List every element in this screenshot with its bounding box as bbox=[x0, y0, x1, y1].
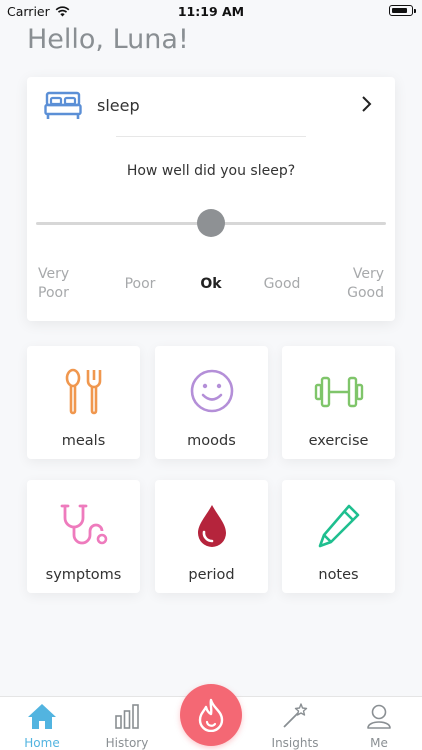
home-icon bbox=[28, 704, 56, 729]
scale-label-good[interactable]: Good bbox=[255, 275, 309, 294]
sleep-slider-thumb[interactable] bbox=[197, 209, 225, 237]
scale-label-very-poor[interactable]: Very Poor bbox=[38, 265, 82, 303]
tile-meals[interactable]: meals bbox=[27, 346, 140, 459]
scale-label-poor[interactable]: Poor bbox=[113, 275, 167, 294]
tile-moods[interactable]: moods bbox=[155, 346, 268, 459]
tile-label: symptoms bbox=[45, 567, 122, 583]
tile-period[interactable]: period bbox=[155, 480, 268, 593]
tile-label: exercise bbox=[308, 433, 369, 449]
battery-icon bbox=[389, 5, 416, 16]
fab-button[interactable] bbox=[180, 684, 242, 746]
tile-label: notes bbox=[318, 567, 359, 583]
magic-wand-icon bbox=[283, 703, 308, 728]
sleep-card: sleep How well did you sleep? Very Poor … bbox=[27, 77, 395, 321]
person-icon bbox=[367, 704, 391, 729]
sleep-divider bbox=[116, 136, 306, 137]
tab-label-home: Home bbox=[24, 736, 60, 750]
greeting-title: Hello, Luna! bbox=[27, 24, 189, 55]
stethoscope-icon bbox=[60, 504, 107, 545]
sleep-scale-labels: Very Poor Poor Ok Good Very Good bbox=[27, 265, 395, 305]
status-time: 11:19 AM bbox=[177, 4, 245, 19]
pencil-icon bbox=[318, 504, 359, 548]
status-bar: Carrier 11:19 AM bbox=[0, 0, 422, 22]
bar-chart-icon bbox=[115, 704, 139, 729]
tile-label: period bbox=[188, 567, 235, 583]
tab-label-history: History bbox=[105, 736, 149, 750]
tab-insights[interactable]: Insights bbox=[260, 702, 330, 750]
smiley-icon bbox=[190, 369, 233, 413]
flame-icon bbox=[198, 698, 224, 732]
tab-label-me: Me bbox=[370, 736, 388, 750]
drop-icon bbox=[197, 505, 226, 547]
bed-icon bbox=[44, 91, 82, 119]
tab-home[interactable]: Home bbox=[7, 702, 77, 750]
tile-symptoms[interactable]: symptoms bbox=[27, 480, 140, 593]
tile-exercise[interactable]: exercise bbox=[282, 346, 395, 459]
tile-label: meals bbox=[61, 433, 106, 449]
utensils-icon bbox=[65, 368, 101, 415]
tile-notes[interactable]: notes bbox=[282, 480, 395, 593]
chevron-right-icon[interactable] bbox=[361, 95, 373, 113]
sleep-title: sleep bbox=[97, 96, 140, 115]
sleep-question: How well did you sleep? bbox=[126, 163, 296, 179]
tab-me[interactable]: Me bbox=[344, 702, 414, 750]
tab-label-insights: Insights bbox=[271, 736, 319, 750]
scale-label-ok[interactable]: Ok bbox=[191, 275, 231, 294]
tile-label: moods bbox=[187, 433, 236, 449]
dumbbell-icon bbox=[314, 376, 363, 408]
tab-history[interactable]: History bbox=[92, 702, 162, 750]
scale-label-very-good[interactable]: Very Good bbox=[334, 265, 384, 303]
